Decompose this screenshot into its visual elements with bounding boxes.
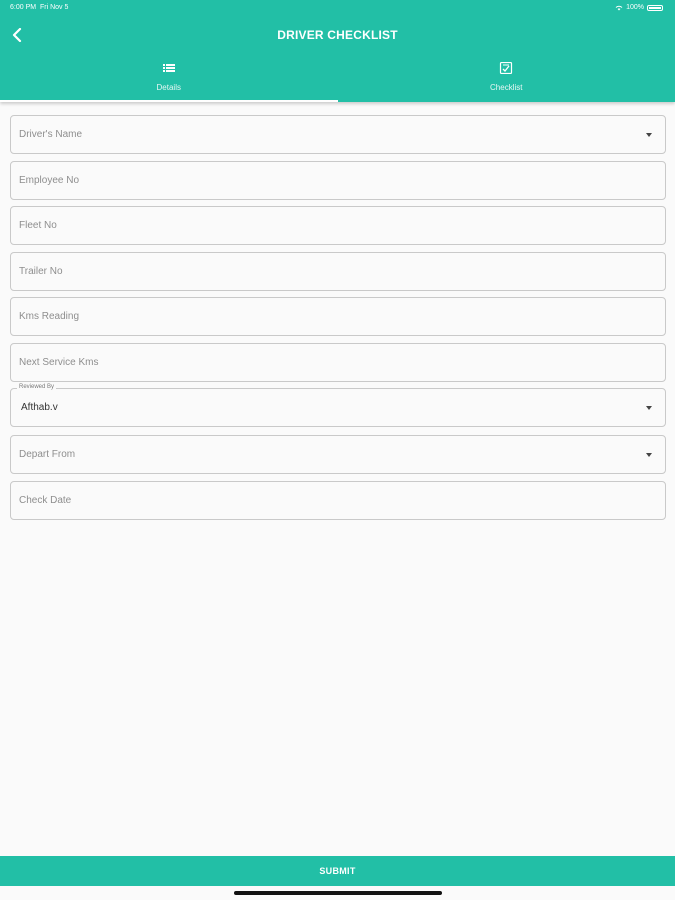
tab-checklist-label: Checklist	[490, 83, 523, 92]
status-bar: 6:00 PM Fri Nov 5 100%	[0, 0, 675, 16]
depart-from-placeholder: Depart From	[19, 449, 76, 460]
status-time-text: 6:00 PM	[10, 4, 37, 11]
tab-details[interactable]: Details	[0, 56, 338, 102]
battery-icon	[647, 4, 663, 11]
trailer-no-placeholder: Trailer No	[19, 266, 63, 277]
wifi-icon	[615, 5, 623, 10]
app-header: 6:00 PM Fri Nov 5 100% DRIVER CHECKLIST	[0, 0, 675, 102]
tab-checklist[interactable]: Checklist	[338, 56, 675, 102]
kms-reading-field[interactable]: Kms Reading	[10, 297, 666, 336]
tab-bar: Details Checklist	[0, 56, 675, 102]
trailer-no-field[interactable]: Trailer No	[10, 252, 666, 291]
employee-no-field[interactable]: Employee No	[10, 161, 666, 200]
page-title: DRIVER CHECKLIST	[277, 28, 398, 42]
drivers-name-placeholder: Driver's Name	[19, 129, 83, 140]
submit-button[interactable]: SUBMIT	[0, 856, 675, 886]
check-date-field[interactable]: Check Date	[10, 481, 666, 520]
dropdown-arrow-icon	[646, 133, 652, 137]
reviewed-by-select[interactable]: Reviewed By Afthab.v	[10, 384, 666, 427]
list-icon	[162, 64, 175, 72]
fleet-no-placeholder: Fleet No	[19, 220, 57, 231]
next-service-kms-field[interactable]: Next Service Kms	[10, 343, 666, 382]
dropdown-arrow-icon	[646, 453, 652, 457]
status-right: 100%	[615, 4, 663, 11]
dropdown-arrow-icon	[646, 406, 652, 410]
reviewed-by-label: Reviewed By	[17, 384, 57, 390]
kms-reading-placeholder: Kms Reading	[19, 311, 80, 322]
battery-percent: 100%	[626, 4, 644, 11]
status-time: 6:00 PM Fri Nov 5	[10, 4, 68, 11]
depart-from-select[interactable]: Depart From	[10, 435, 666, 474]
tab-details-label: Details	[156, 83, 181, 92]
reviewed-by-value: Afthab.v	[21, 402, 58, 413]
employee-no-placeholder: Employee No	[19, 175, 80, 186]
next-service-kms-placeholder: Next Service Kms	[19, 357, 99, 368]
fleet-no-field[interactable]: Fleet No	[10, 206, 666, 245]
drivers-name-select[interactable]: Driver's Name	[10, 115, 666, 154]
active-tab-indicator	[0, 100, 338, 102]
check-date-placeholder: Check Date	[19, 495, 72, 506]
checklist-icon	[500, 62, 513, 74]
status-date-text: Fri Nov 5	[39, 4, 69, 11]
home-indicator	[234, 891, 442, 895]
